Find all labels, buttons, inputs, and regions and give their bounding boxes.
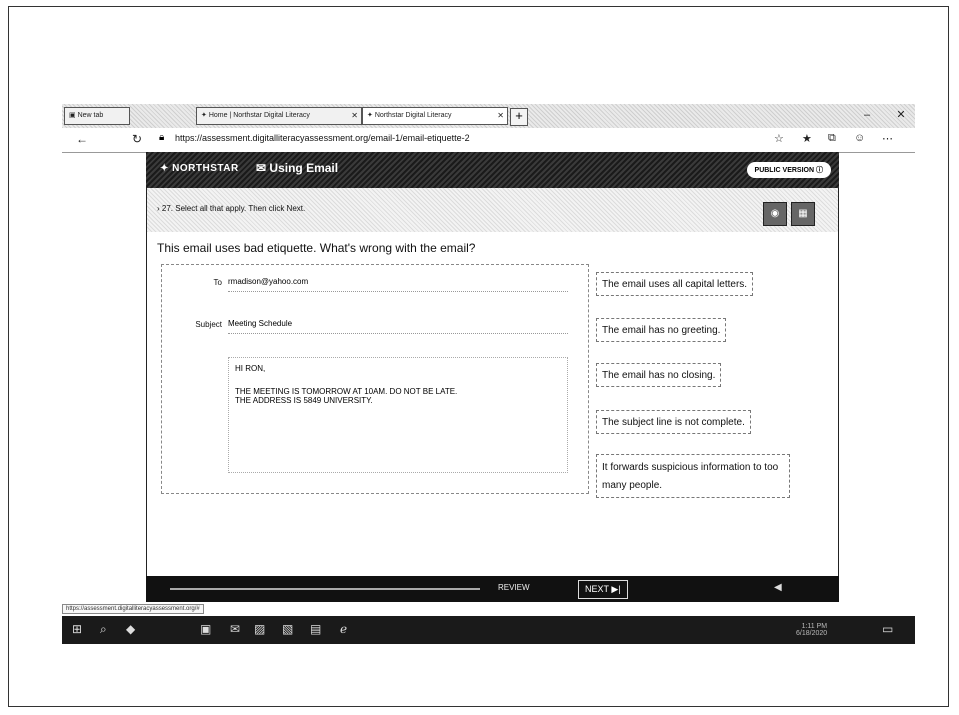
profile-icon[interactable]: ☺ bbox=[854, 132, 865, 144]
brand-text: NORTHSTAR bbox=[172, 163, 239, 174]
module-text: Using Email bbox=[269, 161, 339, 175]
lock-icon: 🔒︎ bbox=[159, 132, 165, 143]
question-prompt: This email uses bad etiquette. What's wr… bbox=[157, 241, 476, 255]
option-subject-incomplete[interactable]: The subject line is not complete. bbox=[596, 410, 751, 434]
new-tab-button[interactable]: + bbox=[510, 108, 528, 126]
instruction-bar: › 27. Select all that apply. Then click … bbox=[147, 188, 838, 232]
review-button[interactable]: REVIEW bbox=[498, 583, 530, 592]
back-icon[interactable]: ← bbox=[76, 132, 88, 146]
clock-date: 6/18/2020 bbox=[796, 630, 828, 637]
search-icon[interactable]: ⌕ bbox=[100, 622, 107, 637]
email-preview: To rmadison@yahoo.com Subject Meeting Sc… bbox=[161, 264, 589, 494]
close-tab-icon[interactable]: ✕ bbox=[497, 108, 504, 124]
instruction: › 27. Select all that apply. Then click … bbox=[157, 204, 306, 213]
question-area: › 27. Select all that apply. Then click … bbox=[146, 188, 839, 576]
option-all-caps[interactable]: The email uses all capital letters. bbox=[596, 272, 754, 296]
collections-icon[interactable]: ⧉ bbox=[828, 132, 836, 145]
progress-bar bbox=[170, 588, 480, 590]
volume-icon[interactable]: ◀ bbox=[774, 582, 782, 593]
tab-new-tab[interactable]: ▣ New tab bbox=[64, 107, 130, 125]
refresh-icon[interactable]: ↻ bbox=[132, 132, 142, 146]
cortana-icon[interactable]: ◆ bbox=[126, 622, 135, 636]
instruction-text: 27. Select all that apply. Then click Ne… bbox=[161, 204, 306, 213]
tab-label: Northstar Digital Literacy bbox=[374, 112, 452, 119]
option-no-greeting[interactable]: The email has no greeting. bbox=[596, 318, 727, 342]
close-window-icon[interactable]: ✕ bbox=[892, 107, 910, 123]
tab-label: Home | Northstar Digital Literacy bbox=[208, 112, 310, 119]
photos-icon[interactable]: ▨ bbox=[254, 622, 265, 636]
tab-home-northstar[interactable]: ✦ Home | Northstar Digital Literacy ✕ bbox=[196, 107, 362, 125]
subject-label: Subject bbox=[195, 320, 222, 329]
email-line-1: THE MEETING IS TOMORROW AT 10AM. DO NOT … bbox=[235, 387, 458, 396]
app-header: ✦ NORTHSTAR ✉ Using Email PUBLIC VERSION… bbox=[146, 152, 839, 188]
email-greeting: HI RON, bbox=[235, 364, 266, 373]
next-label: NEXT bbox=[585, 584, 609, 594]
store-icon[interactable]: ▤ bbox=[310, 622, 321, 636]
status-url: https://assessment.digitalliteracyassess… bbox=[62, 604, 204, 614]
subject-field: Meeting Schedule bbox=[228, 315, 568, 334]
close-tab-icon[interactable]: ✕ bbox=[351, 108, 358, 124]
email-body: HI RON, THE MEETING IS TOMORROW AT 10AM.… bbox=[228, 357, 568, 473]
edge-icon[interactable]: ℯ bbox=[340, 622, 347, 636]
minimize-icon[interactable]: – bbox=[858, 107, 876, 123]
to-field: rmadison@yahoo.com bbox=[228, 273, 568, 292]
northstar-tab-icon: ✦ bbox=[201, 112, 207, 119]
clock-time: 1:11 PM bbox=[801, 623, 828, 630]
email-line-2: THE ADDRESS IS 5849 UNIVERSITY. bbox=[235, 396, 373, 405]
address-bar: ← ↻ 🔒︎ https://assessment.digitalliterac… bbox=[62, 128, 915, 153]
keyboard-icon[interactable]: ▦ bbox=[791, 202, 815, 226]
app-icon[interactable]: ▧ bbox=[282, 622, 293, 636]
favorite-icon[interactable]: ☆ bbox=[774, 132, 784, 145]
more-icon[interactable]: ⋯ bbox=[882, 132, 893, 145]
favorites-bar-icon[interactable]: ★ bbox=[802, 132, 812, 145]
tab-label: New tab bbox=[77, 112, 104, 119]
url-field[interactable]: https://assessment.digitalliteracyassess… bbox=[175, 133, 470, 143]
taskbar: ⊞ ⌕ ◆ ▣ ✉ ▨ ▧ ▤ ℯ 1:11 PM 6/18/2020 ▭ bbox=[62, 616, 915, 644]
calculator-icon[interactable]: ▣ bbox=[200, 622, 211, 636]
clock: 1:11 PM 6/18/2020 bbox=[796, 623, 827, 637]
audio-help-icon[interactable]: ◉ bbox=[763, 202, 787, 226]
app-footer: REVIEW NEXT ▶| ◀ bbox=[146, 576, 839, 602]
mail-icon[interactable]: ✉ bbox=[230, 622, 240, 636]
next-button[interactable]: NEXT ▶| bbox=[578, 580, 628, 599]
option-forwards-suspicious[interactable]: It forwards suspicious information to to… bbox=[596, 454, 790, 498]
to-label: To bbox=[213, 278, 222, 287]
public-version-label: PUBLIC VERSION bbox=[754, 167, 815, 174]
start-icon[interactable]: ⊞ bbox=[72, 622, 82, 636]
option-no-closing[interactable]: The email has no closing. bbox=[596, 363, 722, 387]
screenshot: ▣ New tab ✦ Home | Northstar Digital Lit… bbox=[62, 104, 915, 656]
audio-icon: ✦ bbox=[367, 112, 373, 119]
tab-northstar-active[interactable]: ✦ Northstar Digital Literacy ✕ bbox=[362, 107, 508, 125]
browser-tab-bar: ▣ New tab ✦ Home | Northstar Digital Lit… bbox=[62, 104, 915, 128]
envelope-icon: ✉ bbox=[256, 161, 267, 175]
module-title: ✉ Using Email bbox=[256, 161, 338, 175]
public-version-badge[interactable]: PUBLIC VERSION ⓘ bbox=[746, 162, 831, 178]
notifications-icon[interactable]: ▭ bbox=[882, 622, 893, 636]
northstar-logo: ✦ NORTHSTAR bbox=[160, 163, 239, 174]
